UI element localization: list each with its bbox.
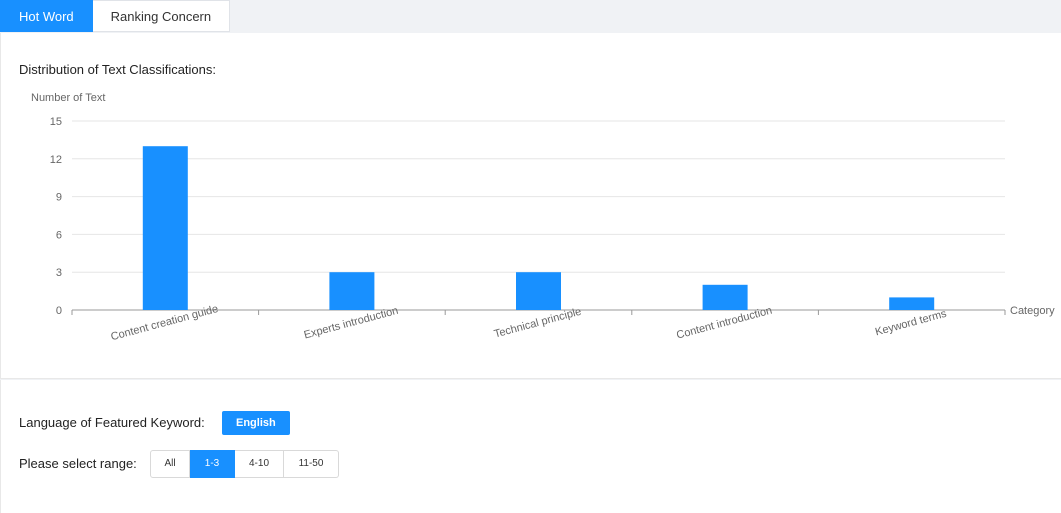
range-1-3-button[interactable]: 1-3 xyxy=(190,450,235,478)
language-label: Language of Featured Keyword: xyxy=(19,415,205,430)
y-tick-label: 6 xyxy=(56,229,62,241)
range-all-button[interactable]: All xyxy=(150,450,190,478)
tab-ranking-concern[interactable]: Ranking Concern xyxy=(92,0,231,32)
language-english-button[interactable]: English xyxy=(222,411,290,435)
y-tick-label: 9 xyxy=(56,192,62,204)
x-axis-label: Category xyxy=(1010,305,1055,317)
bar xyxy=(702,284,748,310)
y-tick-label: 3 xyxy=(56,267,62,279)
range-11-50-button[interactable]: 11-50 xyxy=(284,450,339,478)
bars xyxy=(142,146,935,310)
bar xyxy=(516,272,561,310)
y-tick-label: 0 xyxy=(56,305,62,317)
bar-chart: 03691215 Content creation guide Experts i… xyxy=(31,92,1055,343)
bar xyxy=(142,146,188,310)
range-label: Please select range: xyxy=(19,456,137,471)
tab-bar: Hot Word Ranking Concern xyxy=(0,0,231,33)
bar xyxy=(329,272,375,310)
x-tick-label: Technical principle xyxy=(493,306,583,341)
filter-panel: Language of Featured Keyword: English Pl… xyxy=(0,380,1061,513)
y-tick-label: 15 xyxy=(50,116,62,128)
y-axis-label: Number of Text xyxy=(31,92,105,104)
tab-hot-word[interactable]: Hot Word xyxy=(0,0,93,32)
y-ticks: 0 3 6 9 12 15 xyxy=(50,116,62,317)
bar xyxy=(889,297,935,310)
range-selector: All 1-3 4-10 11-50 xyxy=(150,450,339,478)
y-tick-label: 12 xyxy=(50,154,62,166)
x-tick-label: Keyword terms xyxy=(874,308,948,339)
range-4-10-button[interactable]: 4-10 xyxy=(235,450,284,478)
